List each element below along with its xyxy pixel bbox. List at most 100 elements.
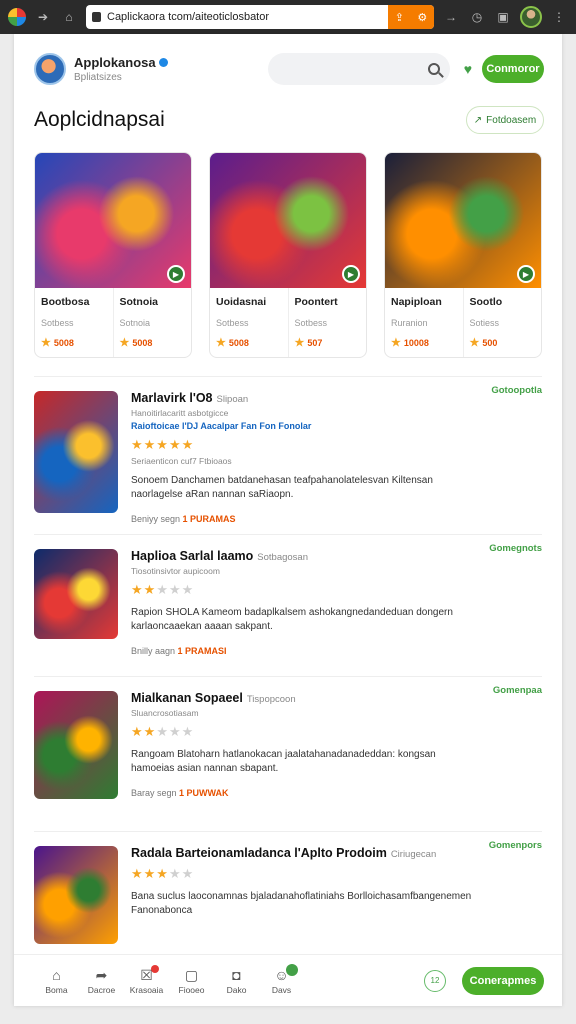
game-artwork[interactable]: ▶ [385, 153, 541, 288]
gamepad-icon: ◘ [232, 966, 241, 983]
developer-name: Ciriugecan [390, 849, 437, 860]
game-thumbnail[interactable] [34, 691, 118, 799]
list-item[interactable]: Radala Barteionamladanca l'Aplto Prodoim… [34, 832, 542, 972]
nav-item-notifications[interactable]: ☒ Krasoaia [124, 964, 169, 995]
list-item[interactable]: Mialkanan Sopaeel Tispopcoon Sluancrosoti… [34, 677, 542, 832]
online-dot [286, 963, 298, 976]
card-title: Sootlo [469, 296, 503, 308]
game-title[interactable]: Radala Barteionamladanca l'Aplto Prodoim [131, 846, 387, 860]
primary-button[interactable]: Conmoror [482, 55, 544, 83]
star-rating: ★★★★★ [131, 582, 195, 597]
card-title: Napiploan [391, 296, 442, 308]
card-right-info: Poontert Sotbess ★ 507 [287, 288, 367, 357]
game-thumbnail[interactable] [34, 549, 118, 639]
game-title[interactable]: Haplioa Sarlal laamo [131, 549, 253, 563]
share-icon[interactable]: ⇪ [395, 11, 404, 24]
cta-button[interactable]: Conerapmes [462, 966, 544, 995]
game-title[interactable]: Marlavirk l'O8 [131, 391, 213, 405]
address-bar[interactable]: Caplickaora tcom/aiteoticlosbator ⇪ ⚙ [86, 5, 434, 29]
card-title: Sotnoia [119, 296, 159, 308]
url-actions[interactable]: ⇪ ⚙ [388, 5, 434, 29]
url-text[interactable]: Caplickaora tcom/aiteoticlosbator [107, 11, 428, 23]
game-tagline[interactable]: Raioftoicae l'DJ Aacalpar Fan Fon Fonola… [131, 421, 542, 431]
featured-card[interactable]: ▶ Napiploan Ruranion ★ 10008 Sootlo Sotie… [384, 152, 542, 358]
count-button[interactable]: 12 [424, 969, 446, 992]
play-icon[interactable]: ▶ [167, 265, 185, 283]
game-meta: Seriaenticon cuf7 Ftbioaos [131, 456, 232, 466]
checklist-icon: ☒ [124, 964, 169, 985]
browser-logo-icon[interactable] [8, 8, 26, 26]
profile-avatar[interactable] [520, 6, 542, 28]
status-badge: Gomegnots [489, 543, 542, 554]
featured-card[interactable]: ▶ Bootbosa Sotbess ★ 5008 Sotnoia Sotnoia… [34, 152, 192, 358]
star-rating: ★★★★★ [131, 724, 195, 739]
nav-item-home[interactable]: ⌂ Boma [34, 967, 79, 995]
game-thumbnail[interactable] [34, 391, 118, 513]
game-thumbnail[interactable] [34, 846, 118, 944]
store-page: Applokanosa Bpliatsizes ♥ Conmoror Aoplc… [14, 34, 562, 1006]
game-meta: Tiosotinsivtor aupicoom [131, 566, 220, 576]
home-icon[interactable]: ⌂ [60, 8, 78, 26]
library-icon: ▢ [184, 966, 199, 983]
star-rating: ★★★★★ [131, 437, 195, 452]
heart-icon[interactable]: ♥ [464, 61, 472, 77]
game-list: Marlavirk l'O8 Slipoan Hanoitirlacaritt a… [14, 377, 562, 972]
bottom-navigation: ⌂ Boma ➦ Dacroe ☒ Krasoaia ▢ Fiooeo ◘ Dako ☺ D… [14, 954, 562, 1006]
nav-item-library[interactable]: ▢ Fiooeo [169, 967, 214, 995]
card-title: Poontert [294, 296, 338, 308]
play-icon[interactable]: ▶ [517, 265, 535, 283]
search-icon[interactable] [427, 63, 440, 75]
card-left-info: Uoidasnai Sotbess ★ 5008 [210, 288, 288, 357]
home-icon: ⌂ [52, 966, 61, 983]
extensions-icon[interactable]: ▣ [494, 8, 512, 26]
section-action-button[interactable]: ↗ Fotdoasem [466, 106, 544, 134]
status-badge: Gomenpaa [492, 685, 542, 696]
star-rating: ★★★★★ [131, 866, 195, 881]
arrow-icon: ↗ [473, 114, 483, 126]
card-rating: ★ 507 [294, 337, 323, 349]
star-icon: ★ [469, 337, 480, 349]
developer-name: Tispopcoon [246, 694, 296, 705]
search-input[interactable] [267, 53, 450, 85]
status-badge: Gotoopotla [491, 385, 542, 396]
game-title[interactable]: Mialkanan Sopaeel [131, 691, 243, 705]
list-item[interactable]: Marlavirk l'O8 Slipoan Hanoitirlacaritt a… [34, 377, 542, 535]
brand-logo[interactable] [34, 53, 66, 85]
card-right-info: Sootlo Sotiess ★ 500 [462, 288, 542, 357]
game-description: Bana suclus laoconamnas bjaladanahoflati… [131, 891, 472, 916]
brand-block: Applokanosa Bpliatsizes [74, 55, 168, 83]
developer-name: Slipoan [216, 394, 249, 405]
game-footer: Bnilly aagn 1 PRAMASI [131, 646, 227, 656]
nav-item-games[interactable]: ◘ Dako [214, 967, 259, 995]
card-title: Uoidasnai [216, 296, 267, 308]
game-artwork[interactable]: ▶ [35, 153, 191, 288]
game-artwork[interactable]: ▶ [210, 153, 366, 288]
status-badge: Gomenpors [488, 840, 542, 851]
card-title: Bootbosa [41, 296, 90, 308]
star-icon: ★ [391, 337, 401, 349]
game-meta: Hanoitirlacaritt asbotgicce [131, 408, 229, 418]
history-icon[interactable]: ◷ [468, 8, 486, 26]
list-item[interactable]: Haplioa Sarlal laamo Sotbagosan Tiosotins… [34, 535, 542, 677]
game-footer: Beniyy segn 1 PURAMAS [131, 514, 236, 524]
verified-icon [158, 58, 168, 67]
browser-toolbar: ➔ ⌂ Caplickaora tcom/aiteoticlosbator ⇪ … [0, 0, 576, 34]
card-rating: ★ 5008 [41, 337, 74, 349]
more-menu-icon[interactable]: ⋮ [550, 8, 568, 26]
card-subtitle: Sotbess [41, 318, 74, 328]
forward-arrow-icon[interactable]: → [442, 8, 460, 26]
featured-card[interactable]: ▶ Uoidasnai Sotbess ★ 5008 Poontert Sotbe… [209, 152, 367, 358]
back-arrow-icon[interactable]: ➔ [34, 8, 52, 26]
game-meta: Sluancrosotiasam [131, 708, 199, 718]
nav-item-share[interactable]: ➦ Dacroe [79, 967, 124, 995]
settings-icon[interactable]: ⚙ [417, 11, 427, 24]
card-subtitle: Sotbess [294, 318, 328, 328]
game-description: Rangoam Blatoharn hatlanokacan jaalataha… [131, 749, 436, 774]
card-left-info: Napiploan Ruranion ★ 10008 [385, 288, 463, 357]
card-subtitle: Sotbess [216, 318, 249, 328]
card-rating: ★ 5008 [119, 337, 153, 349]
star-icon: ★ [119, 337, 130, 349]
nav-item-profile[interactable]: ☺ Davs [259, 963, 304, 995]
play-icon[interactable]: ▶ [342, 265, 360, 283]
card-subtitle: Sotnoia [119, 318, 151, 328]
